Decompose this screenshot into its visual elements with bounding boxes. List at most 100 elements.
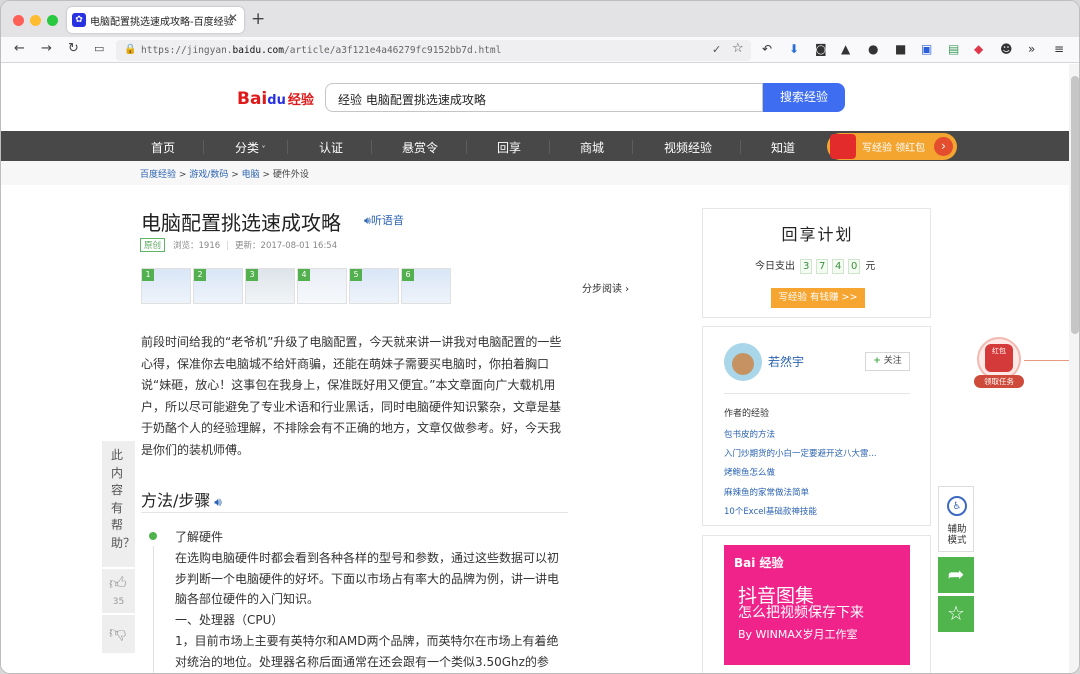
- step-read-link[interactable]: 分步阅读 ›: [582, 280, 629, 295]
- step-thumbnail[interactable]: 1: [141, 268, 191, 304]
- step-thumbnail[interactable]: 3: [245, 268, 295, 304]
- update-time: 更新：2017-08-01 16:54: [235, 241, 338, 251]
- share-button[interactable]: ➦: [938, 557, 974, 593]
- menu-icon[interactable]: ≡: [1054, 42, 1064, 56]
- arrow-icon[interactable]: ↶: [762, 42, 772, 56]
- check-icon[interactable]: ✓: [712, 43, 721, 56]
- share-arrow-icon: ➦: [947, 562, 965, 586]
- menu-video[interactable]: 视频经验: [664, 139, 712, 156]
- menu-home[interactable]: 首页: [151, 139, 175, 156]
- step-thumbnail[interactable]: 4: [297, 268, 347, 304]
- menu-divider: [549, 140, 550, 154]
- step-paragraph: 1，目前市场上主要有英特尔和AMD两个品牌，而英特尔在市场上有着绝对统治的地位。…: [175, 633, 559, 669]
- menu-reward[interactable]: 悬赏令: [402, 139, 438, 156]
- circle-icon[interactable]: ●: [868, 42, 878, 56]
- helpful-prompt: 此内容有帮助？: [102, 441, 135, 567]
- emoji-icon[interactable]: ☻: [1000, 42, 1013, 56]
- promo-banner[interactable]: 写经验 领红包 ›: [827, 133, 957, 160]
- decor-line: [1024, 360, 1069, 361]
- step-thumbnail[interactable]: 6: [401, 268, 451, 304]
- author-link[interactable]: 包书皮的方法: [724, 428, 775, 440]
- breadcrumb-home[interactable]: 百度经验: [140, 170, 176, 180]
- ad-banner[interactable]: Bai 经验 抖音图集 怎么把视频保存下来 By WINMAX岁月工作室: [724, 545, 910, 665]
- today-spending: 今日支出 3740 元: [755, 259, 876, 274]
- browser-window: ✿ 电脑配置挑选速成攻略-百度经验 ✕ + ← → ↻ ▭ 🔒 https://…: [0, 0, 1080, 674]
- pocket-icon[interactable]: ◆: [974, 42, 983, 56]
- menu-mall[interactable]: 商城: [580, 139, 604, 156]
- assist-mode-label: 辅助模式: [947, 524, 967, 546]
- thumbs-down-icon: 👎︎: [109, 623, 127, 643]
- menu-certify[interactable]: 认证: [319, 139, 343, 156]
- breadcrumb-computer[interactable]: 电脑: [242, 170, 260, 180]
- tab-bar: ✿ 电脑配置挑选速成攻略-百度经验 ✕ +: [1, 1, 1079, 37]
- avatar[interactable]: [724, 343, 762, 381]
- chevron-right-icon: ›: [934, 137, 953, 156]
- step-thumbnail[interactable]: 2: [193, 268, 243, 304]
- search-button[interactable]: 搜索经验: [763, 83, 845, 112]
- maximize-window-button[interactable]: [47, 15, 58, 26]
- reader-view-icon[interactable]: ▭: [94, 42, 104, 55]
- favorite-button[interactable]: ☆: [938, 596, 974, 632]
- listen-button[interactable]: 🔊︎听语音: [364, 212, 404, 228]
- address-bar[interactable]: 🔒 https://jingyan.baidu.com/article/a3f1…: [116, 40, 751, 61]
- accessibility-icon: ♿︎: [947, 496, 967, 516]
- breadcrumb-bar: 百度经验 > 游戏/数码 > 电脑 > 硬件外设: [1, 161, 1069, 185]
- menu-divider: [632, 140, 633, 154]
- browser-tab[interactable]: ✿ 电脑配置挑选速成攻略-百度经验 ✕: [67, 7, 244, 33]
- divider: [724, 393, 910, 394]
- url-text[interactable]: https://jingyan.baidu.com/article/a3f121…: [141, 45, 501, 56]
- rocket-icon[interactable]: ▲: [841, 42, 850, 56]
- author-card: 若然宇 + 关注 作者的经验 包书皮的方法 入门炒期货的小白一定要避开这八大雷.…: [702, 326, 931, 526]
- follow-button[interactable]: + 关注: [865, 352, 910, 371]
- thumbs-up-icon: 👍︎: [109, 574, 127, 594]
- author-name[interactable]: 若然宇: [768, 353, 804, 370]
- ad-card: Bai 经验 抖音图集 怎么把视频保存下来 By WINMAX岁月工作室: [702, 535, 931, 673]
- step-title: 了解硬件: [175, 530, 224, 544]
- step-1: 了解硬件 在选购电脑硬件时都会看到各种各样的型号和参数，通过这些数据可以初步判断…: [175, 527, 570, 673]
- bitwarden-icon[interactable]: ▣: [921, 42, 932, 56]
- baidu-jingyan-logo[interactable]: Baidu 经验: [237, 89, 314, 109]
- ad-credit: By WINMAX岁月工作室: [738, 628, 858, 641]
- dislike-button[interactable]: 👎︎: [102, 615, 135, 653]
- overflow-chevron-icon[interactable]: »: [1028, 42, 1035, 56]
- write-earn-button[interactable]: 写经验 有钱赚 >>: [771, 288, 865, 308]
- red-envelope-icon: [830, 134, 856, 159]
- author-link[interactable]: 烤鲍鱼怎么做: [724, 466, 775, 478]
- view-count: 浏览：1916: [173, 241, 221, 251]
- speaker-icon[interactable]: 🔊︎: [210, 495, 222, 509]
- plan-title: 回享计划: [781, 225, 854, 244]
- camera-icon[interactable]: ◙: [815, 42, 827, 56]
- minimize-window-button[interactable]: [30, 15, 41, 26]
- article-intro: 前段时间给我的“老爷机”升级了电脑配置，今天就来讲一讲我对电脑配置的一些心得，保…: [141, 335, 562, 457]
- new-tab-icon[interactable]: +: [251, 9, 265, 29]
- author-link[interactable]: 入门炒期货的小白一定要避开这八大雷...: [724, 447, 877, 459]
- close-tab-icon[interactable]: ✕: [228, 11, 238, 25]
- reload-icon[interactable]: ↻: [68, 41, 79, 56]
- promo-text: 写经验 领红包: [862, 143, 926, 154]
- container-icon[interactable]: ■: [895, 42, 906, 56]
- author-link[interactable]: 10个Excel基础款神技能: [724, 505, 817, 517]
- step-thumbnail[interactable]: 5: [349, 268, 399, 304]
- menu-share[interactable]: 回享: [497, 139, 521, 156]
- download-icon[interactable]: ⬇: [789, 42, 799, 56]
- breadcrumb: 百度经验 > 游戏/数码 > 电脑 > 硬件外设: [140, 170, 309, 180]
- author-link[interactable]: 麻辣鱼的家常做法简单: [724, 486, 809, 498]
- breadcrumb-games[interactable]: 游戏/数码: [189, 170, 228, 180]
- back-arrow-icon[interactable]: ←: [14, 41, 25, 56]
- save-icon[interactable]: ▤: [948, 42, 959, 56]
- assist-mode-button[interactable]: ♿︎ 辅助模式: [938, 486, 974, 552]
- red-packet-task[interactable]: 红包 领取任务: [974, 337, 1024, 389]
- scrollbar[interactable]: [1069, 64, 1079, 673]
- search-input[interactable]: 经验 电脑配置挑选速成攻略: [325, 83, 763, 112]
- menu-zhidao[interactable]: 知道: [771, 139, 795, 156]
- scrollbar-thumb[interactable]: [1071, 76, 1079, 334]
- like-button[interactable]: 👍︎ 35: [102, 569, 135, 613]
- menu-divider: [203, 140, 204, 154]
- close-window-button[interactable]: [13, 15, 24, 26]
- section-heading: 方法/步骤 🔊︎: [141, 491, 222, 510]
- original-badge: 原创: [140, 238, 166, 252]
- author-experience-label: 作者的经验: [724, 409, 770, 419]
- forward-arrow-icon[interactable]: →: [41, 41, 52, 56]
- bookmark-star-icon[interactable]: ☆: [732, 41, 744, 56]
- menu-category[interactable]: 分类 ˅: [235, 139, 266, 156]
